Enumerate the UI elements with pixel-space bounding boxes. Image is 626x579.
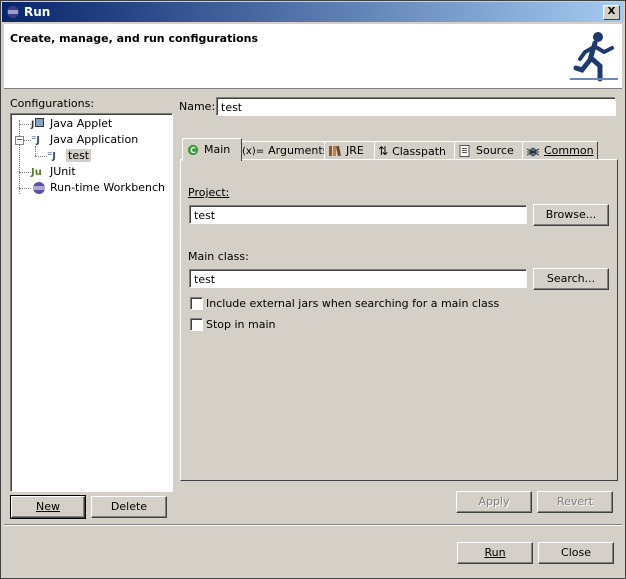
name-label: Name: bbox=[179, 100, 216, 113]
workbench-icon bbox=[33, 182, 45, 194]
bug-icon bbox=[526, 147, 540, 157]
args-icon: (x)= bbox=[242, 146, 265, 157]
delete-button[interactable]: Delete bbox=[91, 496, 167, 518]
search-button[interactable]: Search... bbox=[533, 268, 609, 290]
configurations-tree[interactable]: − J Java Applet ⁼J Java Application ⁼J test… bbox=[10, 113, 173, 492]
runner-icon bbox=[570, 32, 618, 82]
tree-item-label: Java Application bbox=[50, 133, 139, 146]
header-banner: Create, manage, and run configurations bbox=[4, 24, 622, 89]
source-icon bbox=[459, 145, 470, 157]
tree-item-test[interactable]: ⁼J test bbox=[47, 148, 92, 164]
revert-button[interactable]: Revert bbox=[537, 491, 613, 513]
eclipse-icon bbox=[7, 6, 19, 18]
tree-item-label: Run-time Workbench bbox=[50, 181, 166, 194]
tab-common[interactable]: Common bbox=[522, 141, 598, 161]
stop-in-main-label: Stop in main bbox=[206, 318, 276, 331]
tab-arguments[interactable]: (x)= Arguments bbox=[238, 141, 328, 161]
main-class-label: Main class: bbox=[188, 250, 249, 263]
run-button[interactable]: Run bbox=[457, 542, 533, 564]
java-application-icon: ⁼J bbox=[31, 135, 41, 146]
close-window-button[interactable]: X bbox=[603, 5, 620, 20]
stop-in-main-checkbox[interactable] bbox=[190, 318, 203, 331]
separator bbox=[4, 524, 622, 526]
library-icon bbox=[329, 145, 341, 157]
tree-item-label: Java Applet bbox=[50, 117, 113, 130]
tree-item-label: test bbox=[66, 149, 92, 162]
tab-source[interactable]: Source bbox=[454, 141, 524, 161]
project-input[interactable]: test bbox=[189, 205, 527, 224]
tab-main[interactable]: C Main bbox=[182, 138, 242, 161]
c-icon: C bbox=[187, 144, 199, 156]
project-label: Project: bbox=[188, 186, 230, 199]
tree-item-runtime-workbench[interactable]: Run-time Workbench bbox=[31, 180, 165, 196]
tree-item-label: JUnit bbox=[50, 165, 76, 178]
tab-jre[interactable]: JRE bbox=[324, 141, 376, 161]
run-dialog: Run X Create, manage, and run configurat… bbox=[0, 0, 626, 579]
tree-item-java-application[interactable]: ⁼J Java Application bbox=[31, 132, 138, 148]
banner-title: Create, manage, and run configurations bbox=[10, 32, 259, 45]
main-class-input[interactable]: test bbox=[189, 269, 527, 288]
browse-button[interactable]: Browse... bbox=[533, 204, 609, 226]
close-icon: X bbox=[607, 6, 616, 17]
title-bar: Run X bbox=[2, 2, 624, 22]
junit-icon: Ju bbox=[31, 167, 42, 178]
collapse-java-application-toggle[interactable]: − bbox=[15, 136, 24, 145]
java-applet-icon: J bbox=[31, 117, 47, 131]
include-external-jars-label: Include external jars when searching for… bbox=[206, 297, 500, 310]
main-tab-panel: Project: test Browse... Main class: test… bbox=[180, 159, 618, 481]
classpath-icon: ⇅ bbox=[378, 144, 389, 158]
tree-item-junit[interactable]: Ju JUnit bbox=[31, 164, 76, 180]
tree-item-java-applet[interactable]: J Java Applet bbox=[31, 116, 112, 132]
svg-text:C: C bbox=[190, 146, 196, 155]
tab-classpath[interactable]: ⇅ Classpath bbox=[374, 141, 456, 161]
close-button[interactable]: Close bbox=[538, 542, 614, 564]
new-button[interactable]: New bbox=[10, 495, 86, 519]
java-application-icon: ⁼J bbox=[47, 151, 57, 162]
include-external-jars-checkbox[interactable] bbox=[190, 297, 203, 310]
configurations-label: Configurations: bbox=[10, 97, 95, 110]
window-title: Run bbox=[24, 5, 51, 19]
apply-button[interactable]: Apply bbox=[456, 491, 532, 513]
tab-bar: C Main (x)= Arguments JRE ⇅ Classpath Sourc… bbox=[180, 138, 620, 161]
name-input[interactable]: test bbox=[216, 97, 616, 116]
